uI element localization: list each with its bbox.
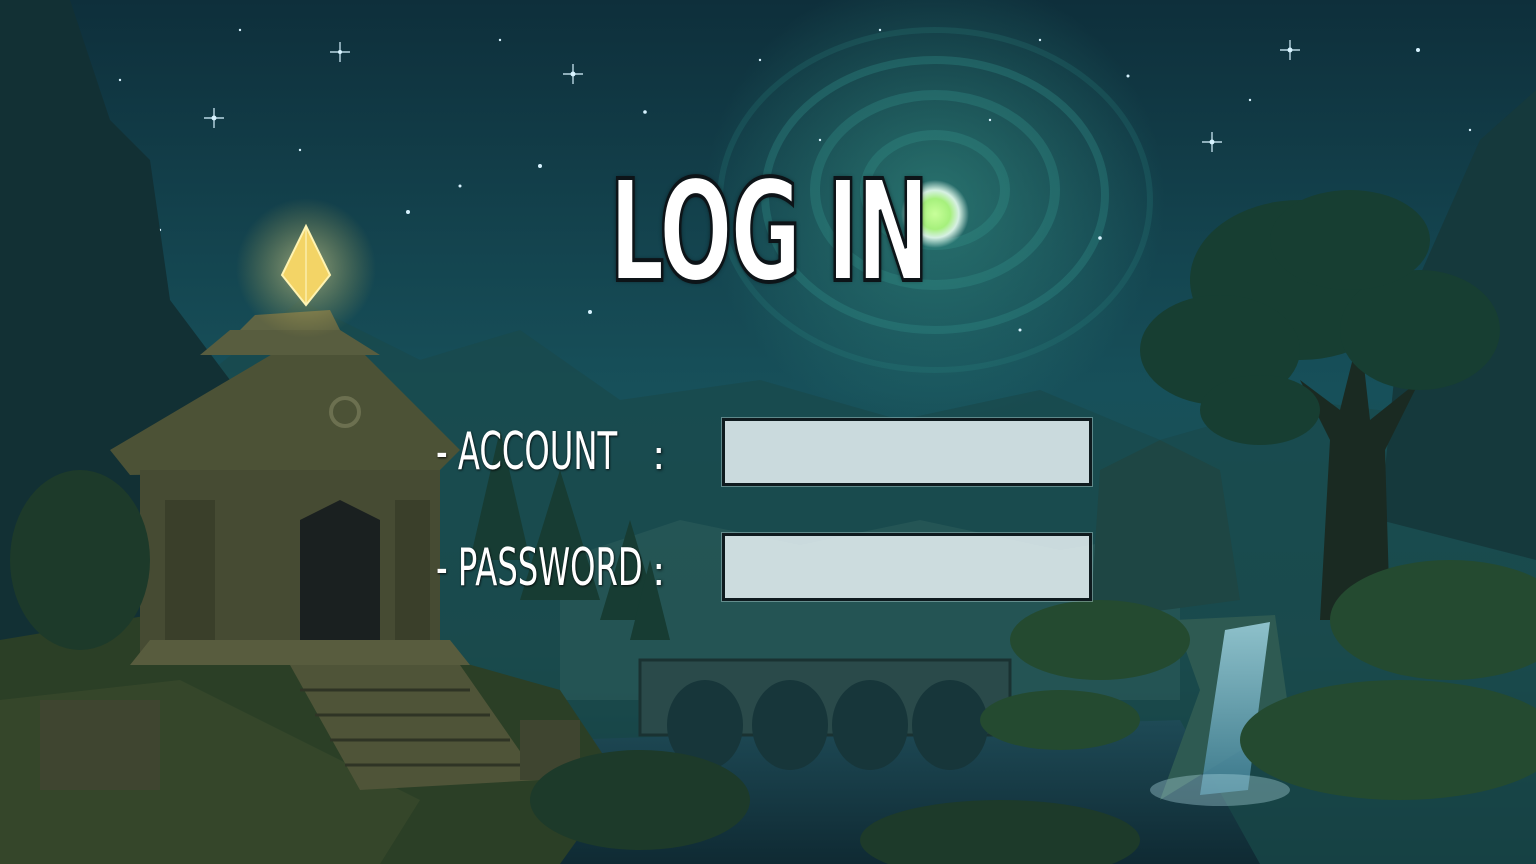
account-input[interactable] [721, 417, 1093, 487]
page-title: LOG IN [608, 149, 930, 316]
password-separator: : [652, 549, 666, 595]
password-input[interactable] [721, 532, 1093, 602]
account-label: - ACCOUNT [436, 422, 618, 482]
password-label: - PASSWORD [436, 538, 643, 598]
login-screen: LOG IN - ACCOUNT : - PASSWORD : [0, 0, 1536, 864]
account-separator: : [652, 433, 666, 479]
